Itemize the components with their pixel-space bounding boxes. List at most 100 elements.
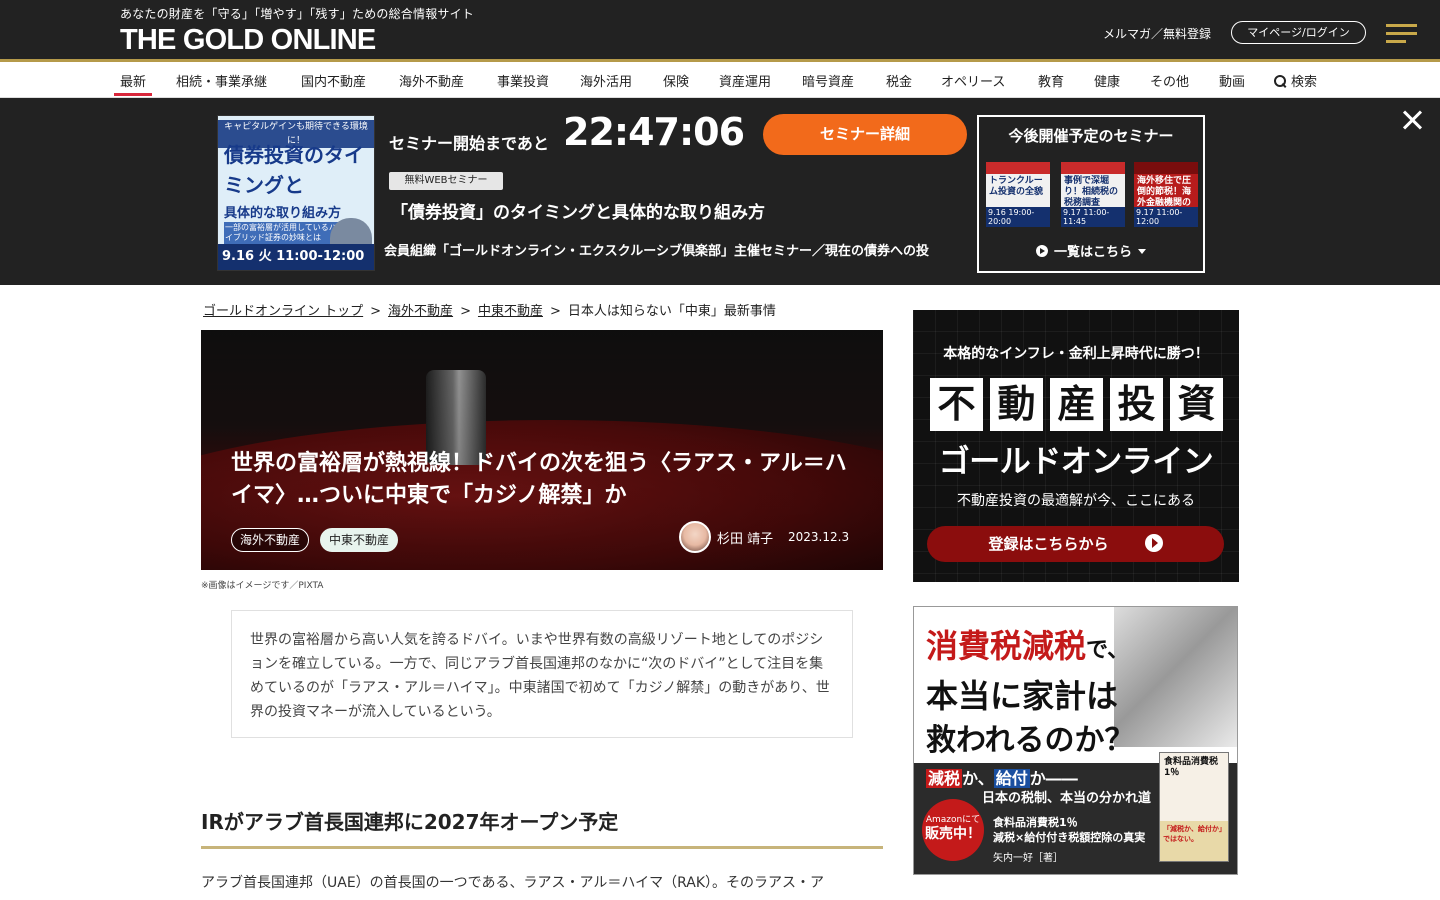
seminar-thumb-date: 9.16 火 11:00-12:00 [218, 244, 374, 270]
section-divider [201, 846, 883, 849]
seminar-thumb-note: 一部の富裕層が活用しているハイブリッド証券の妙味とは [224, 222, 344, 244]
main-nav: 最新 相続・事業承継 国内不動産 海外不動産 事業投資 海外活用 保険 資産運用… [0, 62, 1440, 98]
site-logo[interactable]: THE GOLD ONLINE [120, 24, 376, 57]
ad1-headline: 本格的なインフレ・金利上昇時代に勝つ！ [943, 346, 1209, 362]
upcoming-seminar-date: 9.17 11:00-12:00 [1134, 207, 1198, 227]
seminar-thumb-main: 債券投資のタイミングと [224, 143, 364, 197]
ad2-book-line2: 減税×給付付き税額控除の真実 [993, 831, 1146, 844]
breadcrumb-current: 日本人は知らない「中東」最新事情 [567, 304, 776, 319]
breadcrumb-separator: > [549, 304, 561, 319]
nav-item-education[interactable]: 教育 [1038, 71, 1064, 90]
ad2-line5: 日本の税制、本当の分かれ道 [982, 791, 1152, 806]
countdown-label: セミナー開始まであと [389, 134, 549, 153]
ad2-line3: 救われるのか？ [926, 723, 1135, 758]
ad2-book-desc: 食料品消費税1％ 減税×給付付き税額控除の真実 [993, 815, 1145, 845]
breadcrumb: ゴールドオンライン トップ > 海外不動産 > 中東不動産 > 日本人は知らない「中東」最新… [203, 300, 776, 319]
ad2-line4-b: か、 [962, 769, 994, 788]
ad1-register-button[interactable]: 登録はこちらから [927, 526, 1224, 562]
ad1-subtext: 不動産投資の最適解が今、ここにある [957, 493, 1195, 509]
upcoming-seminar-text: トランクルーム投資の全貌 [989, 176, 1044, 197]
nav-item-video[interactable]: 動画 [1219, 71, 1245, 90]
nav-item-crypto[interactable]: 暗号資産 [802, 71, 854, 90]
ad1-kanji-row: 不動産投資 [930, 378, 1230, 431]
play-icon [1035, 245, 1048, 257]
book-cover-band: 「減税か、給付か」ではない。 [1160, 821, 1228, 861]
site-header: あなたの財産を「守る」「増やす」「残す」ための総合情報サイト THE GOLD … [0, 0, 1440, 62]
upcoming-seminar-thumb[interactable]: 海外移住で圧倒的節税！海外金融機関の活用法 9.17 11:00-12:00 [1134, 162, 1198, 227]
article-body: アラブ首長国連邦（UAE）の首長国の一つである、ラアス・アル＝ハイマ（RAK）。… [201, 875, 825, 891]
mypage-login-button[interactable]: マイページ/ログイン [1231, 21, 1366, 44]
book-cover: 食料品消費税1％ 「減税か、給付か」ではない。 [1159, 752, 1229, 862]
nav-item-overseas-use[interactable]: 海外活用 [580, 71, 632, 90]
avatar[interactable] [679, 521, 711, 553]
upcoming-seminar-date: 9.17 11:00-11:45 [1061, 207, 1125, 227]
newsletter-link[interactable]: メルマガ／無料登録 [1103, 25, 1211, 42]
site-tagline: あなたの財産を「守る」「増やす」「残す」ための総合情報サイト [120, 7, 475, 21]
nav-search[interactable]: 検索 [1274, 71, 1317, 90]
seminar-detail-button[interactable]: セミナー詳細 [763, 114, 967, 155]
chevron-down-icon [1138, 249, 1146, 254]
ad2-author: 矢内一好［著］ [993, 853, 1063, 864]
nav-item-latest[interactable]: 最新 [113, 71, 153, 96]
nav-item-health[interactable]: 健康 [1094, 71, 1120, 90]
image-caption: ※画像はイメージです／PIXTA [201, 581, 324, 591]
upcoming-seminar-thumb[interactable]: トランクルーム投資の全貌 9.16 19:00-20:00 [986, 162, 1050, 227]
menu-icon[interactable] [1386, 24, 1417, 43]
ad1-brand: ゴールドオンライン [938, 444, 1214, 480]
upcoming-seminars-title: 今後開催予定のセミナー [1008, 127, 1174, 145]
breadcrumb-separator: > [370, 304, 382, 319]
article-title: 世界の富裕層が熱視線！ドバイの次を狙う〈ラアス・アル＝ハイマ〉…ついに中東で「カ… [231, 451, 847, 508]
ad2-amazon-badge: Amazonにて 販売中！ [922, 799, 984, 861]
nav-item-tax[interactable]: 税金 [886, 71, 912, 90]
nav-item-inheritance[interactable]: 相続・事業承継 [176, 71, 267, 90]
book-cover-title: 食料品消費税1％ [1164, 757, 1219, 778]
breadcrumb-link[interactable]: 中東不動産 [478, 304, 543, 319]
ad-book-banner[interactable]: 消費税減税で、 本当に家計は 救われるのか？ 減税 か、 給付 か―― 日本の税制、本… [913, 606, 1238, 875]
ad-realestate-banner[interactable]: 本格的なインフレ・金利上昇時代に勝つ！ 不動産投資 ゴールドオンライン 不動産投… [913, 310, 1239, 582]
ad2-line4: 減税 か、 給付 か―― [926, 765, 1078, 789]
upcoming-seminar-date: 9.16 19:00-20:00 [986, 207, 1050, 227]
ad1-register-label: 登録はこちらから [988, 535, 1109, 553]
upcoming-seminar-thumb[interactable]: 事例で深堀り！相続税の税務調査 9.17 11:00-11:45 [1061, 162, 1125, 227]
ad2-line1: 消費税減税で、 [926, 621, 1129, 667]
nav-item-domestic-realestate[interactable]: 国内不動産 [301, 71, 366, 90]
section-heading: IRがアラブ首長国連邦に2027年オープン予定 [201, 810, 619, 834]
upcoming-seminar-text: 事例で深堀り！相続税の税務調査 [1064, 176, 1119, 208]
breadcrumb-link[interactable]: 海外不動産 [388, 304, 453, 319]
seminar-thumbnail[interactable]: キャピタルゲインも期待できる環境に！ 債券投資のタイミングと 具体的な取り組み方… [217, 115, 375, 271]
ad1-kanji: 投 [1110, 378, 1163, 431]
article-hero: 世界の富裕層が熱視線！ドバイの次を狙う〈ラアス・アル＝ハイマ〉…ついに中東で「カ… [201, 330, 883, 570]
ad1-kanji: 不 [930, 378, 983, 431]
free-web-seminar-badge: 無料WEBセミナー [389, 172, 503, 190]
upcoming-seminars-panel: 今後開催予定のセミナー トランクルーム投資の全貌 9.16 19:00-20:0… [977, 115, 1205, 273]
nav-item-asset-management[interactable]: 資産運用 [719, 71, 771, 90]
nav-item-other[interactable]: その他 [1150, 71, 1189, 90]
author-name[interactable]: 杉田 靖子 [717, 528, 773, 547]
ad2-line4-a: 減税 [926, 769, 963, 788]
countdown-timer: 22:47:06 [563, 110, 745, 154]
article-lead: 世界の富裕層から高い人気を誇るドバイ。いまや世界有数の高級リゾート地としてのポジ… [231, 610, 853, 738]
seminar-list-label: 一覧はこちら [1053, 245, 1132, 260]
seminar-list-link[interactable]: 一覧はこちら [979, 241, 1203, 260]
breadcrumb-link[interactable]: ゴールドオンライン トップ [203, 304, 363, 319]
tag-overseas-realestate[interactable]: 海外不動産 [231, 528, 310, 552]
ad2-line4-d: か―― [1029, 769, 1078, 788]
ad1-kanji: 資 [1170, 378, 1223, 431]
breadcrumb-separator: > [460, 304, 471, 319]
ad1-kanji: 動 [990, 378, 1043, 431]
close-icon[interactable] [1400, 108, 1424, 132]
nav-item-business-investment[interactable]: 事業投資 [497, 71, 549, 90]
seminar-title[interactable]: 「債券投資」のタイミングと具体的な取り組み方 [391, 198, 765, 223]
ad2-line1-red: 消費税減税 [926, 627, 1087, 665]
nav-item-operating-lease[interactable]: オペリース [941, 71, 1005, 90]
ad2-amazon-main: 販売中！ [925, 826, 981, 842]
tag-middle-east-realestate[interactable]: 中東不動産 [320, 528, 399, 552]
ad2-line2: 本当に家計は [926, 677, 1119, 715]
nav-item-overseas-realestate[interactable]: 海外不動産 [399, 71, 464, 90]
nav-search-label: 検索 [1291, 75, 1318, 90]
ad2-line4-c: 給付 [993, 769, 1030, 788]
ad1-kanji: 産 [1050, 378, 1103, 431]
ad2-book-line1: 食料品消費税1％ [993, 816, 1078, 829]
seminar-description: 会員組織「ゴールドオンライン・エクスクルーシブ倶楽部」主催セミナー／現在の債券へ… [384, 244, 929, 258]
nav-item-insurance[interactable]: 保険 [663, 71, 689, 90]
